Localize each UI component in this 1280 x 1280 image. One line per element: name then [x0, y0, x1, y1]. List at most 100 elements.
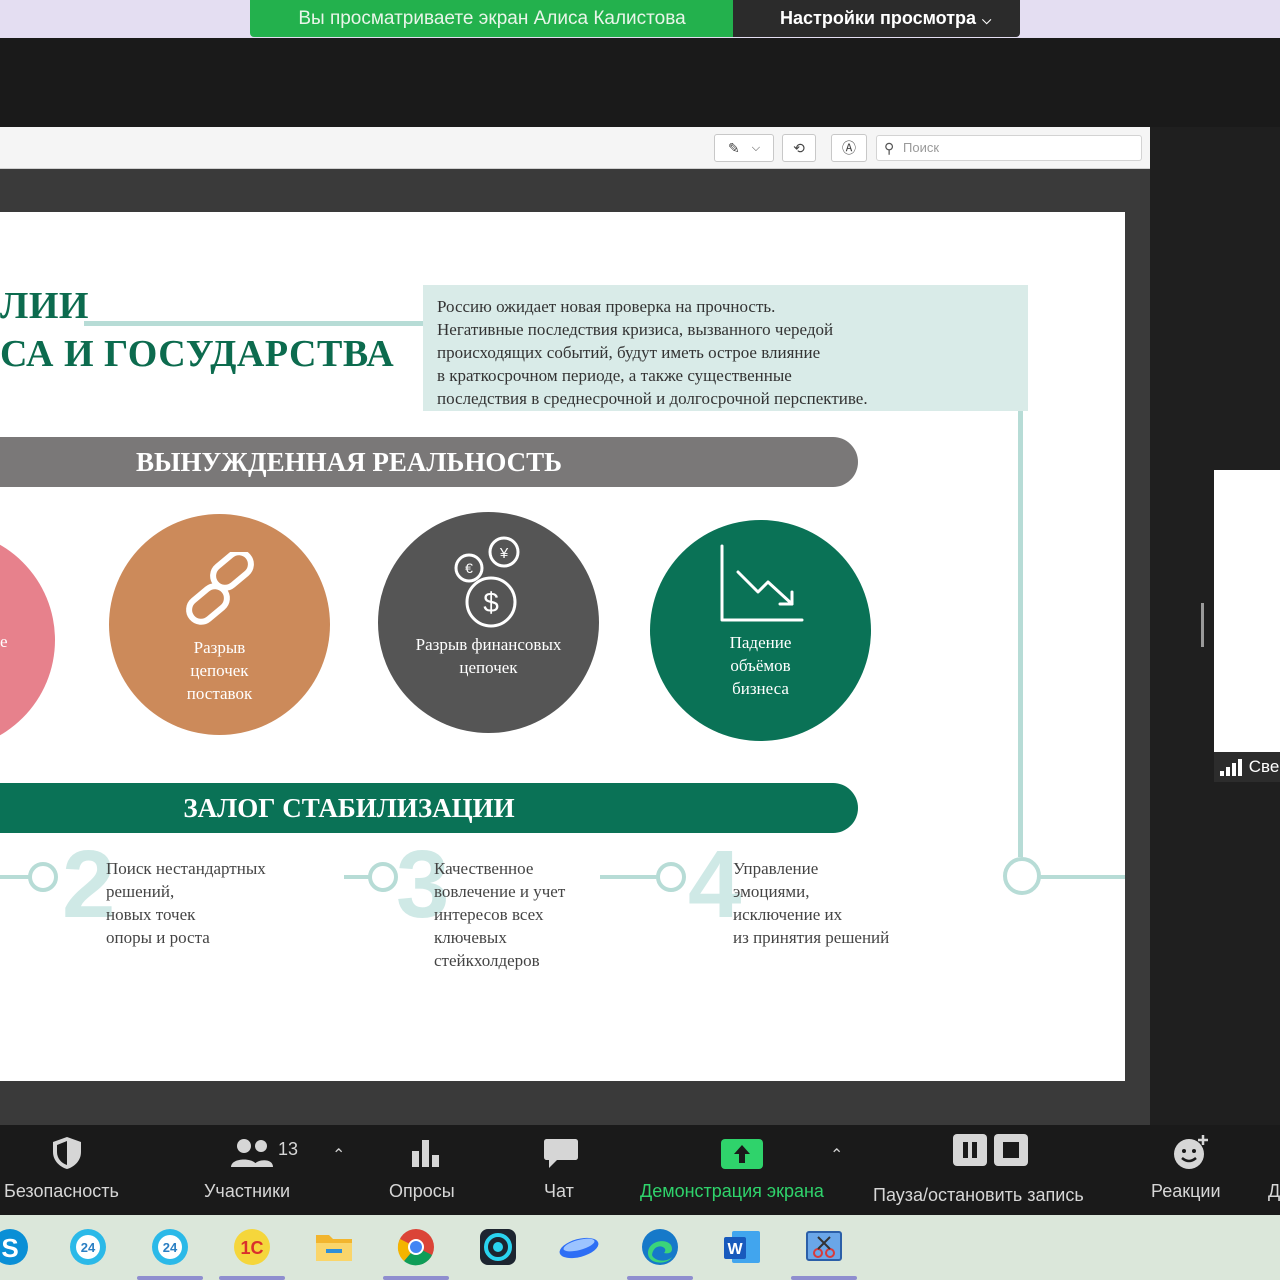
circle-label-line: Разрыв финансовых	[415, 635, 562, 654]
step-line: исключение их	[733, 905, 843, 924]
chevron-down-icon: ⌵	[751, 141, 761, 154]
title-connector-line	[84, 321, 424, 326]
timeline-node	[368, 862, 398, 892]
svg-text:1С: 1С	[240, 1238, 263, 1258]
timeline-node	[656, 862, 686, 892]
more-button[interactable]: Д	[1268, 1181, 1280, 1202]
search-placeholder: Поиск	[903, 140, 940, 155]
circle-label-line: Разрыв	[193, 638, 246, 657]
info-box: Россию ожидает новая проверка на прочнос…	[423, 285, 1028, 411]
view-options-button[interactable]: Настройки просмотра ⌵	[733, 0, 1020, 37]
svg-text:S: S	[1, 1233, 18, 1263]
step-line: решений,	[106, 882, 175, 901]
info-line: в краткосрочном периоде, а также существ…	[437, 366, 792, 385]
svg-text:¥: ¥	[498, 545, 508, 562]
participants-count: 13	[278, 1139, 299, 1159]
info-line: последствия в среднесрочной и долгосрочн…	[437, 389, 868, 408]
share-screen-icon	[721, 1139, 763, 1169]
step-line: Качественное	[434, 859, 534, 878]
chat-icon	[544, 1139, 578, 1168]
participant-video-tile[interactable]	[1214, 470, 1280, 782]
svg-text:24: 24	[163, 1240, 178, 1255]
svg-text:$: $	[483, 587, 499, 618]
band-forced-reality: ВЫНУЖДЕННАЯ РЕАЛЬНОСТЬ	[0, 437, 858, 487]
svg-text:W: W	[727, 1241, 743, 1258]
circle-label: Падение объёмов бизнеса	[730, 631, 792, 700]
share-menu-chevron-up-icon[interactable]: ⌃	[830, 1145, 843, 1165]
step-line: интересов всех	[434, 905, 544, 924]
camera-icon[interactable]	[476, 1227, 520, 1267]
participants-menu-chevron-up-icon[interactable]: ⌃	[332, 1145, 345, 1165]
timeline-segment	[0, 875, 30, 879]
step-text: Качественное вовлечение и учет интересов…	[434, 857, 565, 972]
taskbar-active-indicator	[383, 1276, 449, 1280]
circle-label: Разрыв цепочек поставок	[187, 636, 252, 705]
circle-business-decline: Падение объёмов бизнеса	[650, 520, 871, 741]
word-icon[interactable]: W	[720, 1227, 764, 1267]
step-line: вовлечение и учет	[434, 882, 566, 901]
reactions-label: Реакции	[1151, 1181, 1221, 1201]
circle-supply-chain: Разрыв цепочек поставок	[109, 514, 330, 735]
coins-icon: ¥ € $	[454, 536, 519, 628]
info-line: Негативные последствия кризиса, вызванно…	[437, 320, 834, 339]
1c-icon[interactable]: 1С	[230, 1227, 274, 1267]
draw-button[interactable]: Ⓐ	[831, 134, 867, 162]
circle-pink	[0, 530, 55, 750]
chat-label: Чат	[544, 1181, 574, 1201]
step-text: Поиск нестандартных решений, новых точек…	[106, 857, 266, 949]
step-line: ключевых	[434, 928, 507, 947]
skype-icon[interactable]: S	[0, 1227, 32, 1267]
pink-circle-text: е	[0, 632, 8, 651]
share-screen-label: Демонстрация экрана	[640, 1181, 824, 1201]
step-line: эмоциями,	[733, 882, 810, 901]
view-options-label: Настройки просмотра	[780, 8, 977, 28]
vertical-connector-line	[1018, 411, 1023, 857]
svg-text:€: €	[465, 560, 473, 576]
rotate-icon: ⟲	[793, 139, 805, 156]
pdf-viewer-toolbar: ✎ ⌵ ⟲ Ⓐ ⚲ Поиск	[0, 127, 1150, 169]
yandex-disk-icon[interactable]	[557, 1227, 601, 1267]
circle-label-line: цепочек	[459, 658, 518, 677]
timeline-segment	[600, 875, 658, 879]
windows-taskbar: S 24 24 1С W	[0, 1215, 1280, 1280]
search-input[interactable]: ⚲ Поиск	[876, 135, 1142, 161]
timeline-end-node	[1003, 857, 1041, 895]
circle-financial-chain: ¥ € $ Разрыв финансовых цепочек	[378, 512, 599, 733]
bitrix24-icon[interactable]: 24	[148, 1227, 192, 1267]
participant-name: Све	[1248, 757, 1280, 776]
file-explorer-icon[interactable]	[312, 1227, 356, 1267]
panel-resize-handle[interactable]	[1201, 603, 1204, 647]
step-line: стейкхолдеров	[434, 951, 540, 970]
step-text: Управление эмоциями, исключение их из пр…	[733, 857, 889, 949]
presentation-slide: ЛИИ СА И ГОСУДАРСТВА Россию ожидает нова…	[0, 212, 1125, 1081]
circle-label-line: объёмов	[730, 656, 791, 675]
shield-icon	[53, 1137, 81, 1169]
chain-link-icon	[185, 552, 254, 625]
edge-icon[interactable]	[638, 1227, 682, 1267]
reactions-emoji-icon	[1174, 1135, 1208, 1169]
meeting-controls-toolbar: Безопасность 13 Участники ⌃ Опросы Чат Д…	[0, 1125, 1280, 1215]
rotate-button[interactable]: ⟲	[782, 134, 816, 162]
chrome-icon[interactable]	[394, 1227, 438, 1267]
polls-label: Опросы	[389, 1181, 455, 1201]
step-line: новых точек	[106, 905, 196, 924]
circle-label-line: бизнеса	[732, 679, 789, 698]
sharing-status-banner: Вы просматриваете экран Алиса Калистова	[250, 0, 734, 37]
annotate-button[interactable]: ✎ ⌵	[714, 134, 774, 162]
slide-title-line2: СА И ГОСУДАРСТВА	[0, 333, 395, 375]
circle-label: Разрыв финансовых цепочек	[416, 633, 562, 679]
svg-text:24: 24	[81, 1240, 96, 1255]
bitrix24-icon[interactable]: 24	[66, 1227, 110, 1267]
slide-title-line1: ЛИИ	[0, 285, 89, 327]
signal-strength-icon	[1218, 758, 1244, 777]
security-label: Безопасность	[4, 1181, 119, 1201]
taskbar-active-indicator	[219, 1276, 285, 1280]
taskbar-active-indicator	[627, 1276, 693, 1280]
timeline-segment	[1040, 875, 1125, 879]
snipping-tool-icon[interactable]	[802, 1227, 846, 1267]
record-label: Пауза/остановить запись	[873, 1185, 1084, 1205]
band-stabilization: ЗАЛОГ СТАБИЛИЗАЦИИ	[0, 783, 858, 833]
chevron-down-icon: ⌵	[982, 13, 992, 27]
step-line: из принятия решений	[733, 928, 890, 947]
taskbar-active-indicator	[791, 1276, 857, 1280]
